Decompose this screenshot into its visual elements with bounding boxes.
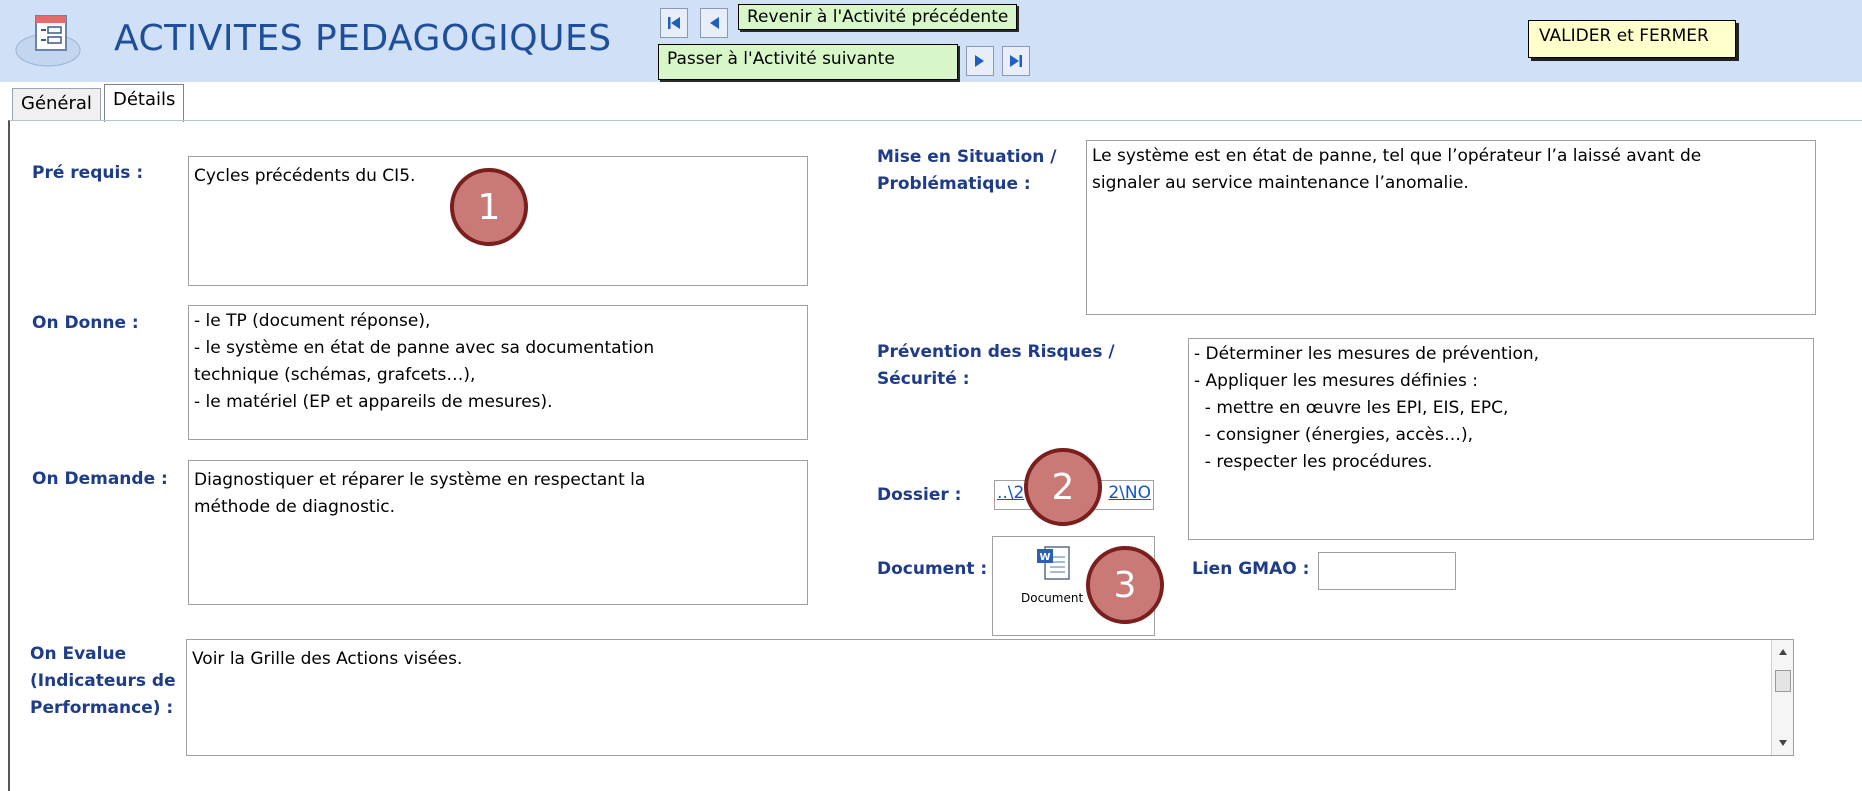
prevention-label-line: Sécurité : [877, 369, 970, 389]
form-icon [14, 10, 86, 70]
word-document-icon: W [1037, 546, 1070, 580]
on-evalue-value: Voir la Grille des Actions visées. [192, 649, 463, 669]
scroll-down-icon[interactable] [1778, 739, 1788, 747]
document-label: Document : [877, 559, 988, 579]
next-activity-button[interactable]: Passer à l'Activité suivante [658, 44, 958, 80]
lien-gmao-field[interactable] [1318, 552, 1456, 590]
prevention-line: - Appliquer les mesures définies : [1194, 371, 1478, 391]
on-demande-label: On Demande : [32, 469, 168, 489]
prev-record-icon [710, 17, 719, 29]
mise-en-situation-label-line: Mise en Situation / [877, 147, 1057, 167]
scroll-up-icon[interactable] [1778, 648, 1788, 656]
annotation-marker: 2 [1024, 448, 1102, 526]
validate-close-button[interactable]: VALIDER et FERMER [1528, 20, 1736, 58]
next-record-icon [975, 55, 984, 67]
annotation-marker: 3 [1086, 546, 1164, 624]
prevention-line: - mettre en œuvre les EPI, EIS, EPC, [1194, 398, 1509, 418]
document-caption: Document [1021, 591, 1084, 605]
on-evalue-scrollbar[interactable] [1771, 640, 1793, 755]
on-demande-field[interactable]: Diagnostiquer et réparer le système en r… [188, 460, 808, 605]
on-donne-label: On Donne : [32, 313, 139, 333]
on-evalue-label-line: On Evalue [30, 644, 127, 664]
mise-en-situation-label: Mise en Situation / Problématique : [877, 144, 1057, 198]
on-demande-line: méthode de diagnostic. [194, 497, 396, 517]
mise-en-situation-line: signaler au service maintenance l’anomal… [1092, 173, 1469, 193]
next-record-button[interactable] [966, 46, 994, 76]
dossier-link-left[interactable]: ..\2 [997, 483, 1024, 503]
prevention-field[interactable]: - Déterminer les mesures de prévention, … [1188, 338, 1814, 540]
first-record-icon [668, 17, 680, 29]
on-donne-line: technique (schémas, grafcets…), [194, 365, 476, 385]
scroll-thumb[interactable] [1775, 670, 1791, 692]
mise-en-situation-label-line: Problématique : [877, 174, 1031, 194]
prev-record-button[interactable] [700, 8, 728, 38]
prevention-line: - consigner (énergies, accès…), [1194, 425, 1473, 445]
on-demande-line: Diagnostiquer et réparer le système en r… [194, 470, 646, 490]
prevention-line: - Déterminer les mesures de prévention, [1194, 344, 1540, 364]
annotation-marker: 1 [450, 168, 528, 246]
tab-general[interactable]: Général [12, 88, 101, 120]
mise-en-situation-field[interactable]: Le système est en état de panne, tel que… [1086, 140, 1816, 315]
tab-details[interactable]: Détails [104, 84, 185, 122]
svg-text:W: W [1039, 552, 1050, 563]
last-record-icon [1010, 55, 1022, 67]
on-donne-field[interactable]: - le TP (document réponse), - le système… [188, 305, 808, 440]
last-record-button[interactable] [1002, 46, 1030, 76]
prevention-label: Prévention des Risques / Sécurité : [877, 339, 1115, 393]
dossier-label: Dossier : [877, 485, 962, 505]
dossier-link-right[interactable]: 2\NO [1108, 483, 1151, 503]
on-donne-line: - le TP (document réponse), [194, 311, 431, 331]
prev-activity-button[interactable]: Revenir à l'Activité précédente [738, 4, 1018, 30]
first-record-button[interactable] [660, 8, 688, 38]
prerequis-label: Pré requis : [32, 163, 144, 183]
on-evalue-label: On Evalue (Indicateurs de Performance) : [30, 641, 176, 722]
on-evalue-field[interactable]: Voir la Grille des Actions visées. [186, 639, 1794, 756]
lien-gmao-label: Lien GMAO : [1192, 559, 1310, 579]
on-donne-line: - le système en état de panne avec sa do… [194, 338, 655, 358]
on-evalue-label-line: (Indicateurs de [30, 671, 176, 691]
on-donne-line: - le matériel (EP et appareils de mesure… [194, 392, 553, 412]
on-evalue-label-line: Performance) : [30, 698, 174, 718]
prevention-label-line: Prévention des Risques / [877, 342, 1115, 362]
page-title: ACTIVITES PEDAGOGIQUES [114, 18, 612, 59]
mise-en-situation-line: Le système est en état de panne, tel que… [1092, 146, 1702, 166]
prevention-line: - respecter les procédures. [1194, 452, 1433, 472]
tab-bar [0, 82, 1862, 120]
